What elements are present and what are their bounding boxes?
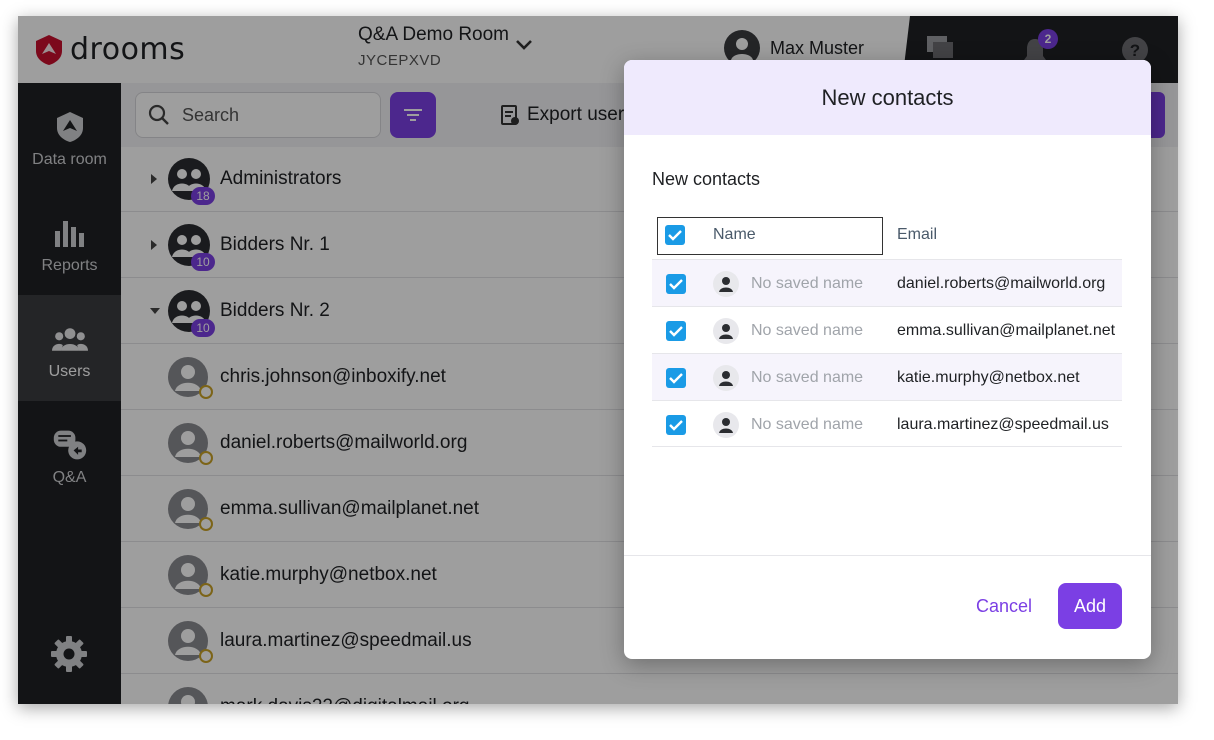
person-icon	[719, 324, 733, 339]
table-row[interactable]: No saved name laura.martinez@speedmail.u…	[652, 400, 1122, 447]
dialog-subtitle: New contacts	[652, 169, 761, 189]
checkmark-icon	[669, 326, 683, 337]
dialog-title: New contacts	[624, 60, 1151, 135]
contact-email: emma.sullivan@mailplanet.net	[897, 322, 1116, 339]
table-header: Name Email	[652, 212, 1122, 259]
checkmark-icon	[669, 373, 683, 384]
table-row[interactable]: No saved name emma.sullivan@mailplanet.n…	[652, 306, 1122, 353]
column-header-name[interactable]: Name	[713, 226, 756, 244]
contact-name: No saved name	[751, 416, 864, 433]
contact-name: No saved name	[751, 275, 864, 292]
row-checkbox[interactable]	[666, 368, 686, 388]
contact-name: No saved name	[751, 322, 864, 339]
person-icon	[719, 418, 733, 433]
contact-name: No saved name	[751, 369, 864, 386]
table-row[interactable]: No saved name katie.murphy@netbox.net	[652, 353, 1122, 400]
checkmark-icon	[669, 420, 683, 431]
row-checkbox[interactable]	[666, 274, 686, 294]
cancel-button[interactable]: Cancel	[964, 583, 1044, 629]
add-button[interactable]: Add	[1058, 583, 1122, 629]
header-focus-outline	[657, 217, 883, 255]
contact-email: laura.martinez@speedmail.us	[897, 416, 1109, 433]
new-contacts-dialog: New contacts New contacts Name Email No …	[624, 60, 1151, 659]
contact-avatar	[713, 271, 739, 297]
select-all-checkbox[interactable]	[665, 225, 685, 245]
contact-avatar	[713, 365, 739, 391]
person-icon	[719, 277, 733, 292]
column-header-email[interactable]: Email	[897, 226, 937, 244]
contact-avatar	[713, 318, 739, 344]
row-checkbox[interactable]	[666, 415, 686, 435]
table-row[interactable]: No saved name daniel.roberts@mailworld.o…	[652, 259, 1122, 306]
row-checkbox[interactable]	[666, 321, 686, 341]
contact-email: katie.murphy@netbox.net	[897, 369, 1080, 386]
person-icon	[719, 371, 733, 386]
contact-email: daniel.roberts@mailworld.org	[897, 275, 1106, 292]
checkmark-icon	[668, 230, 682, 241]
checkmark-icon	[669, 279, 683, 290]
dialog-footer: Cancel Add	[624, 555, 1151, 659]
contacts-table: Name Email No saved name daniel.roberts@…	[652, 212, 1122, 447]
contact-avatar	[713, 412, 739, 438]
